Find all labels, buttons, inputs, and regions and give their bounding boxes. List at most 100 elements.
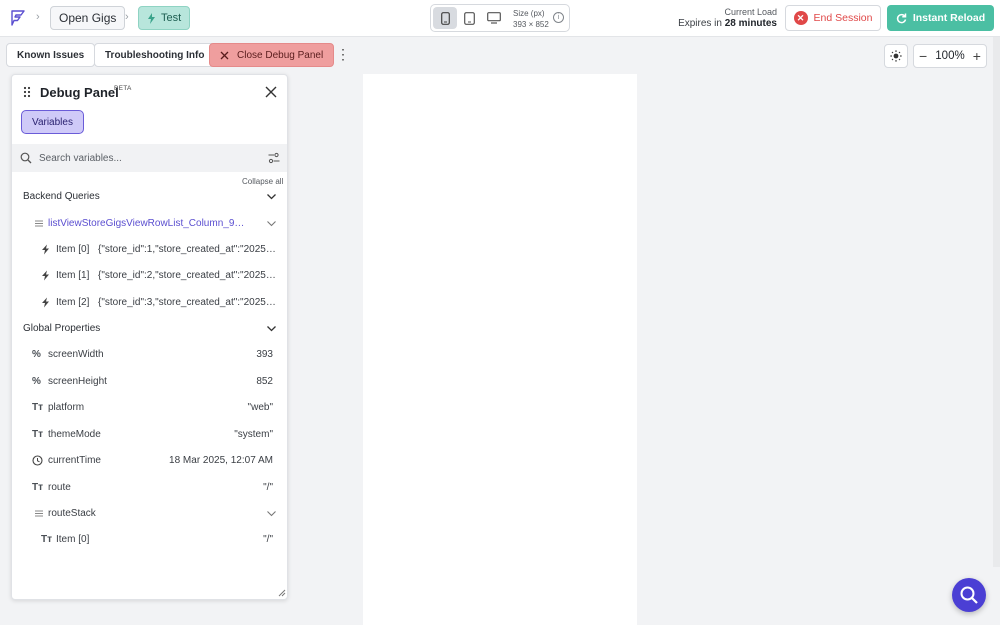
- chevron-right-icon: ›: [36, 11, 40, 23]
- property-value: 852: [256, 376, 273, 387]
- zoom-in-icon[interactable]: +: [973, 48, 981, 64]
- end-session-button[interactable]: ✕ End Session: [785, 5, 881, 31]
- property-row-routestack[interactable]: routeStack: [12, 504, 287, 524]
- load-label: Current Load: [724, 7, 777, 17]
- property-name: route: [48, 482, 71, 493]
- panel-title: Debug Panel: [40, 85, 119, 100]
- desktop-device-button[interactable]: [482, 7, 506, 29]
- close-debug-label: Close Debug Panel: [237, 49, 324, 61]
- size-value: 393 × 852: [513, 20, 549, 29]
- search-input[interactable]: [39, 149, 259, 167]
- page-name: Test: [161, 12, 182, 24]
- collapse-all-link[interactable]: Collapse all: [242, 177, 283, 186]
- close-circle-icon: ✕: [793, 11, 808, 25]
- property-value: "system": [234, 429, 273, 440]
- property-value: "web": [247, 402, 273, 413]
- property-row-screenwidth[interactable]: % screenWidth 393: [12, 345, 287, 365]
- page-breadcrumb-button[interactable]: Test: [138, 6, 191, 30]
- list-item[interactable]: Item [0] {"store_id":1,"store_created_at…: [12, 240, 287, 260]
- known-issues-button[interactable]: Known Issues: [6, 43, 96, 67]
- property-row-currenttime[interactable]: currentTime 18 Mar 2025, 12:07 AM: [12, 451, 287, 471]
- troubleshooting-label: Troubleshooting Info: [105, 49, 205, 61]
- list-item[interactable]: Tт Item [0] "/": [12, 530, 287, 550]
- query-row[interactable]: listViewStoreGigsViewRowList_Column_9mzq…: [12, 214, 287, 234]
- text-type-icon: Tт: [40, 534, 52, 545]
- list-icon: [35, 220, 43, 227]
- scrollbar[interactable]: [993, 37, 1000, 567]
- clock-icon: [32, 455, 43, 466]
- expires-value: 28 minutes: [724, 18, 777, 29]
- close-icon[interactable]: [264, 85, 278, 99]
- filter-icon[interactable]: [268, 152, 280, 164]
- item-value: {"store_id":1,"store_created_at":"2025-0…: [98, 244, 276, 255]
- phone-device-button[interactable]: [433, 7, 457, 29]
- info-icon[interactable]: i: [553, 12, 564, 23]
- property-value: 393: [256, 349, 273, 360]
- refresh-icon: [896, 13, 907, 23]
- tablet-icon: [463, 11, 475, 25]
- project-breadcrumb-button[interactable]: Open Gigs: [50, 6, 126, 30]
- device-selector: Size (px) 393 × 852 i: [430, 4, 570, 32]
- property-row-route[interactable]: Tт route "/": [12, 478, 287, 498]
- flutterflow-logo-icon[interactable]: [8, 8, 28, 28]
- global-properties-title: Global Properties: [23, 323, 101, 334]
- property-row-platform[interactable]: Tт platform "web": [12, 398, 287, 418]
- search-bar: [12, 144, 287, 172]
- item-label: Item [1]: [56, 270, 90, 281]
- property-name: currentTime: [48, 455, 101, 466]
- text-type-icon: Tт: [31, 402, 43, 413]
- expires-text: Expires in 28 minutes: [678, 18, 777, 30]
- list-item[interactable]: Item [2] {"store_id":3,"store_created_at…: [12, 293, 287, 313]
- known-issues-label: Known Issues: [17, 49, 85, 61]
- phone-icon: [440, 11, 450, 25]
- percent-icon: %: [32, 376, 41, 387]
- zoom-control: − 100% +: [913, 44, 987, 68]
- lightning-icon: [42, 244, 49, 255]
- tab-variables[interactable]: Variables: [21, 110, 84, 134]
- property-name: platform: [48, 402, 85, 413]
- sun-icon: [890, 50, 902, 62]
- end-session-label: End Session: [813, 12, 873, 24]
- chevron-down-icon: [267, 326, 276, 332]
- chevron-down-icon: [267, 194, 276, 200]
- chevron-down-icon: [267, 511, 276, 517]
- percent-icon: %: [32, 349, 41, 360]
- theme-toggle-button[interactable]: [884, 44, 908, 68]
- search-fab-button[interactable]: [952, 578, 986, 612]
- instant-reload-button[interactable]: Instant Reload: [887, 5, 994, 31]
- close-debug-panel-button[interactable]: Close Debug Panel: [209, 43, 335, 67]
- close-icon: [220, 51, 229, 59]
- property-value: "/": [263, 482, 273, 493]
- debug-panel: Debug Panel BETA Variables Collapse all …: [11, 74, 288, 600]
- drag-handle-icon[interactable]: [23, 86, 31, 98]
- more-options-icon[interactable]: ⋮: [336, 47, 350, 61]
- chevron-right-icon: ›: [125, 11, 129, 23]
- property-row-screenheight[interactable]: % screenHeight 852: [12, 372, 287, 392]
- project-name: Open Gigs: [59, 11, 117, 25]
- top-bar: › Open Gigs › Test Size (px) 393 × 852 i…: [0, 0, 1000, 37]
- zoom-out-icon[interactable]: −: [919, 48, 927, 64]
- list-item[interactable]: Item [1] {"store_id":2,"store_created_at…: [12, 266, 287, 286]
- text-type-icon: Tт: [31, 429, 43, 440]
- item-value: "/": [263, 534, 273, 545]
- troubleshooting-info-button[interactable]: Troubleshooting Info: [94, 43, 216, 67]
- lightning-icon: [148, 12, 155, 24]
- beta-badge: BETA: [114, 85, 132, 92]
- size-label: Size (px): [513, 9, 545, 18]
- zoom-level: 100%: [935, 50, 965, 62]
- property-name: themeMode: [48, 429, 101, 440]
- resize-handle-icon[interactable]: [278, 589, 286, 597]
- property-name: screenHeight: [48, 376, 107, 387]
- backend-queries-section[interactable]: Backend Queries: [12, 187, 287, 207]
- global-properties-section[interactable]: Global Properties: [12, 319, 287, 339]
- tablet-device-button[interactable]: [457, 7, 481, 29]
- backend-queries-title: Backend Queries: [23, 191, 100, 202]
- item-value: {"store_id":2,"store_created_at":"2025-0…: [98, 270, 276, 281]
- device-preview-canvas[interactable]: [363, 74, 637, 625]
- property-row-thememode[interactable]: Tт themeMode "system": [12, 425, 287, 445]
- chevron-down-icon: [267, 221, 276, 227]
- property-value: 18 Mar 2025, 12:07 AM: [169, 455, 273, 466]
- item-label: Item [0]: [56, 534, 90, 545]
- query-name: listViewStoreGigsViewRowList_Column_9mzq…: [48, 218, 248, 229]
- property-name: routeStack: [48, 508, 96, 519]
